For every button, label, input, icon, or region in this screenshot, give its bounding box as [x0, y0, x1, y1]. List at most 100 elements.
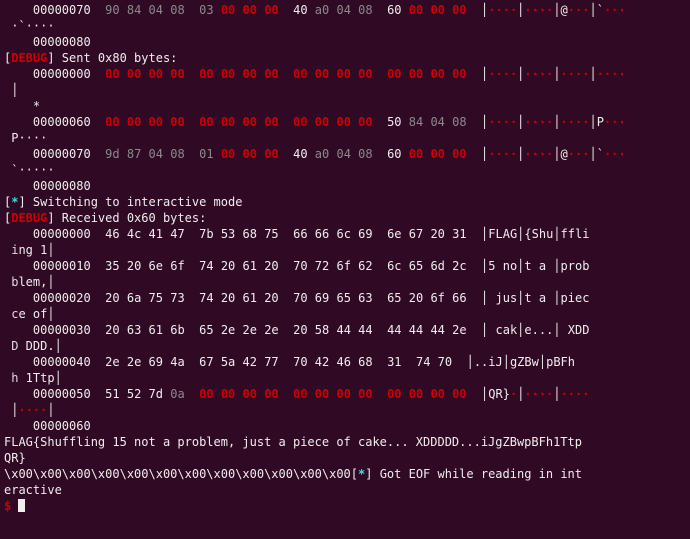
- ascii-cont: P····: [4, 131, 47, 145]
- ascii-group: e...: [524, 323, 553, 337]
- hex-byte: 00: [452, 147, 466, 161]
- hex-byte: 04: [336, 147, 350, 161]
- hex-byte: 42: [315, 355, 329, 369]
- hex-byte: 6c: [387, 259, 401, 273]
- hex-byte: 00: [264, 115, 278, 129]
- ascii-cont: ·`····: [4, 19, 55, 33]
- separator: │: [539, 355, 546, 369]
- hex-byte: 65: [387, 291, 401, 305]
- hex-offset: 00000060: [33, 419, 91, 433]
- hex-offset: 00000070: [33, 3, 91, 17]
- hex-byte: 6f: [170, 259, 184, 273]
- hex-byte: 74: [199, 259, 213, 273]
- ascii-cont: DDD.: [18, 339, 54, 353]
- hex-byte: 00: [105, 115, 119, 129]
- hex-byte: 00: [264, 67, 278, 81]
- hex-byte: 72: [315, 259, 329, 273]
- hex-byte: 00: [430, 67, 444, 81]
- ascii-dots: ···: [568, 147, 590, 161]
- hex-byte: 2e: [264, 323, 278, 337]
- hex-byte: 20: [127, 259, 141, 273]
- hex-byte: 00: [264, 387, 278, 401]
- hex-byte: 44: [336, 323, 350, 337]
- hex-offset: 00000020: [33, 291, 91, 305]
- hex-offset: 00000000: [33, 67, 91, 81]
- hex-byte: 50: [387, 115, 401, 129]
- hex-byte: 08: [170, 3, 184, 17]
- hex-byte: 2c: [452, 259, 466, 273]
- hex-byte: 00: [358, 115, 372, 129]
- ascii-group: ····: [561, 115, 590, 129]
- ascii-group: ····: [488, 3, 517, 17]
- separator: │: [553, 115, 560, 129]
- hex-byte: 00: [127, 115, 141, 129]
- hex-byte: 00: [387, 67, 401, 81]
- hex-byte: 70: [293, 291, 307, 305]
- hex-byte: 08: [358, 147, 372, 161]
- hex-byte: 00: [199, 67, 213, 81]
- hex-byte: 84: [409, 115, 423, 129]
- ascii-group: {Shu: [524, 227, 553, 241]
- ascii-group: ····: [597, 67, 626, 81]
- hex-byte: 00: [293, 387, 307, 401]
- hex-byte: 75: [264, 227, 278, 241]
- hex-byte: 61: [243, 259, 257, 273]
- hex-byte: 08: [452, 115, 466, 129]
- hex-byte: a0: [315, 147, 329, 161]
- hex-byte: 20: [264, 291, 278, 305]
- separator: │: [589, 67, 596, 81]
- hex-byte: 65: [409, 259, 423, 273]
- separator: │: [55, 371, 62, 385]
- ascii-dot: `: [597, 3, 604, 17]
- hex-offset: 00000000: [33, 227, 91, 241]
- hex-byte: 6f: [430, 291, 444, 305]
- hex-byte: 4c: [127, 227, 141, 241]
- hex-byte: 66: [452, 291, 466, 305]
- hex-byte: 20: [105, 323, 119, 337]
- hex-byte: 00: [336, 67, 350, 81]
- separator: │: [47, 243, 54, 257]
- separator: │: [589, 3, 596, 17]
- hex-byte: 20: [264, 259, 278, 273]
- hex-offset: 00000040: [33, 355, 91, 369]
- separator: │: [503, 355, 510, 369]
- hex-offset: 00000010: [33, 259, 91, 273]
- hex-byte: 47: [170, 227, 184, 241]
- hex-byte: 44: [430, 323, 444, 337]
- hex-byte: 84: [127, 3, 141, 17]
- hex-byte: 6a: [127, 291, 141, 305]
- hex-byte: 66: [293, 227, 307, 241]
- hex-byte: 44: [387, 323, 401, 337]
- hex-byte: 00: [409, 67, 423, 81]
- hex-byte: 2e: [221, 323, 235, 337]
- hex-byte: 08: [170, 147, 184, 161]
- hex-byte: 87: [127, 147, 141, 161]
- hex-byte: 00: [170, 67, 184, 81]
- hex-byte: 00: [358, 67, 372, 81]
- hex-byte: 00: [264, 3, 278, 17]
- ascii-group: @: [561, 3, 568, 17]
- hex-byte: 00: [199, 387, 213, 401]
- hex-byte: 20: [409, 291, 423, 305]
- hex-byte: 6f: [336, 259, 350, 273]
- ascii-group: gZBw: [510, 355, 539, 369]
- shell-prompt[interactable]: $: [4, 499, 18, 513]
- hex-byte: 52: [127, 387, 141, 401]
- hex-byte: 00: [293, 67, 307, 81]
- hex-byte: 69: [358, 227, 372, 241]
- ascii-group: ····: [18, 403, 47, 417]
- hex-byte: 67: [409, 227, 423, 241]
- debug-tag: DEBUG: [11, 211, 47, 225]
- hex-byte: 00: [452, 387, 466, 401]
- separator: │: [47, 275, 54, 289]
- hex-byte: 00: [105, 67, 119, 81]
- hex-offset: 00000060: [33, 115, 91, 129]
- hex-byte: 08: [358, 3, 372, 17]
- ascii-group: ····: [524, 147, 553, 161]
- hex-byte: 70: [293, 355, 307, 369]
- flag-output: FLAG{Shuffling 15 not a problem, just a …: [4, 435, 582, 465]
- ascii-dots: ···: [604, 3, 626, 17]
- hex-byte: 74: [199, 291, 213, 305]
- hex-byte: 00: [336, 115, 350, 129]
- hex-byte: 00: [170, 115, 184, 129]
